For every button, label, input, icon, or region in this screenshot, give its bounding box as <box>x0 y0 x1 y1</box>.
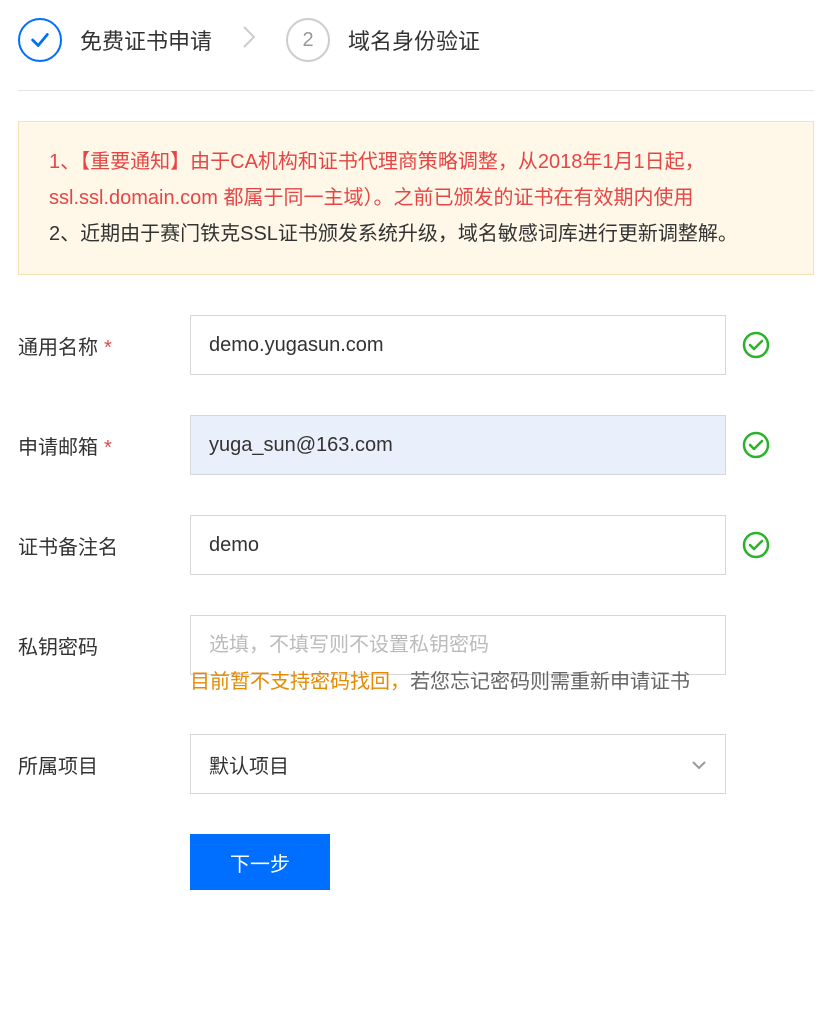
check-circle-icon <box>742 531 770 559</box>
row-common-name: 通用名称* <box>18 315 814 375</box>
notice-box: 1、【重要通知】由于CA机构和证书代理商策略调整，从2018年1月1日起，ssl… <box>18 121 814 275</box>
row-project: 所属项目 默认项目 <box>18 734 814 794</box>
check-circle-icon <box>742 431 770 459</box>
step-1-label: 免费证书申请 <box>80 24 212 56</box>
common-name-input[interactable] <box>190 315 726 375</box>
label-remark: 证书备注名 <box>18 531 190 560</box>
step-1: 免费证书申请 <box>18 18 212 62</box>
label-keypass: 私钥密码 <box>18 631 190 660</box>
row-email: 申请邮箱* <box>18 415 814 475</box>
chevron-down-icon <box>691 753 707 776</box>
email-input[interactable] <box>190 415 726 475</box>
step-bar: 免费证书申请 2 域名身份验证 <box>18 18 814 90</box>
step-2-label: 域名身份验证 <box>348 24 480 56</box>
notice-line-1: 1、【重要通知】由于CA机构和证书代理商策略调整，从2018年1月1日起，ssl… <box>49 144 783 216</box>
check-icon <box>18 18 62 62</box>
check-circle-icon <box>742 331 770 359</box>
divider <box>18 90 814 91</box>
row-remark: 证书备注名 <box>18 515 814 575</box>
step-2: 2 域名身份验证 <box>286 18 480 62</box>
project-select[interactable]: 默认项目 <box>190 734 726 794</box>
label-email: 申请邮箱* <box>18 431 190 460</box>
chevron-right-icon <box>240 23 258 58</box>
notice-line-2: 2、近期由于赛门铁克SSL证书颁发系统升级，域名敏感词库进行更新调整解。 <box>49 216 783 252</box>
label-common-name: 通用名称* <box>18 331 190 360</box>
project-select-value: 默认项目 <box>209 750 289 779</box>
step-2-number: 2 <box>286 18 330 62</box>
label-project: 所属项目 <box>18 750 190 779</box>
next-button[interactable]: 下一步 <box>190 834 330 890</box>
remark-input[interactable] <box>190 515 726 575</box>
